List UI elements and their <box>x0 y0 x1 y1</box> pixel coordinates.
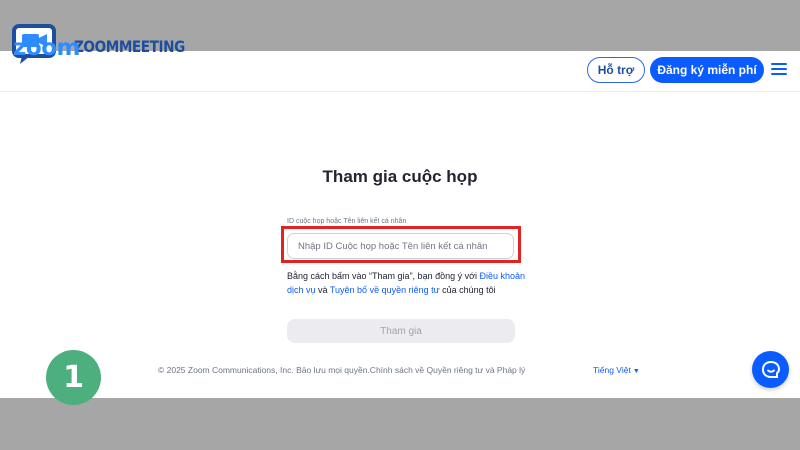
signup-free-button[interactable]: Đăng ký miễn phí <box>650 57 764 83</box>
bottom-gray-band <box>0 398 800 450</box>
step-number-badge: 1 <box>46 350 101 405</box>
highlight-box <box>281 226 521 263</box>
header-divider <box>0 91 800 92</box>
footer-copyright: © 2025 Zoom Communications, Inc. Bảo lưu… <box>158 365 526 375</box>
terms-text: Bằng cách bấm vào “Tham gia”, bạn đồng ý… <box>287 269 532 297</box>
hamburger-menu-icon[interactable] <box>771 63 787 76</box>
language-selector[interactable]: Tiếng Việt ▼ <box>593 365 640 375</box>
join-button[interactable]: Tham gia <box>287 319 515 343</box>
page-title: Tham gia cuộc họp <box>322 167 478 186</box>
meeting-id-label: ID cuộc họp hoặc Tên liên kết cá nhân <box>287 218 407 225</box>
caret-down-icon: ▼ <box>632 368 640 375</box>
watermark-text: ZOOMMEETING <box>74 37 185 56</box>
terms-prefix: Bằng cách bấm vào “Tham gia”, bạn đồng ý… <box>287 271 480 281</box>
chat-support-button[interactable] <box>752 351 789 388</box>
privacy-statement-link[interactable]: Tuyên bố về quyền riêng tư <box>330 285 440 295</box>
support-button[interactable]: Hỗ trợ <box>587 57 645 83</box>
zoom-logo[interactable]: zoom <box>13 35 80 61</box>
terms-suffix: của chúng tôi <box>439 285 496 295</box>
chat-bubble-icon <box>761 360 780 378</box>
language-label: Tiếng Việt <box>593 365 631 375</box>
terms-mid: và <box>315 285 330 295</box>
